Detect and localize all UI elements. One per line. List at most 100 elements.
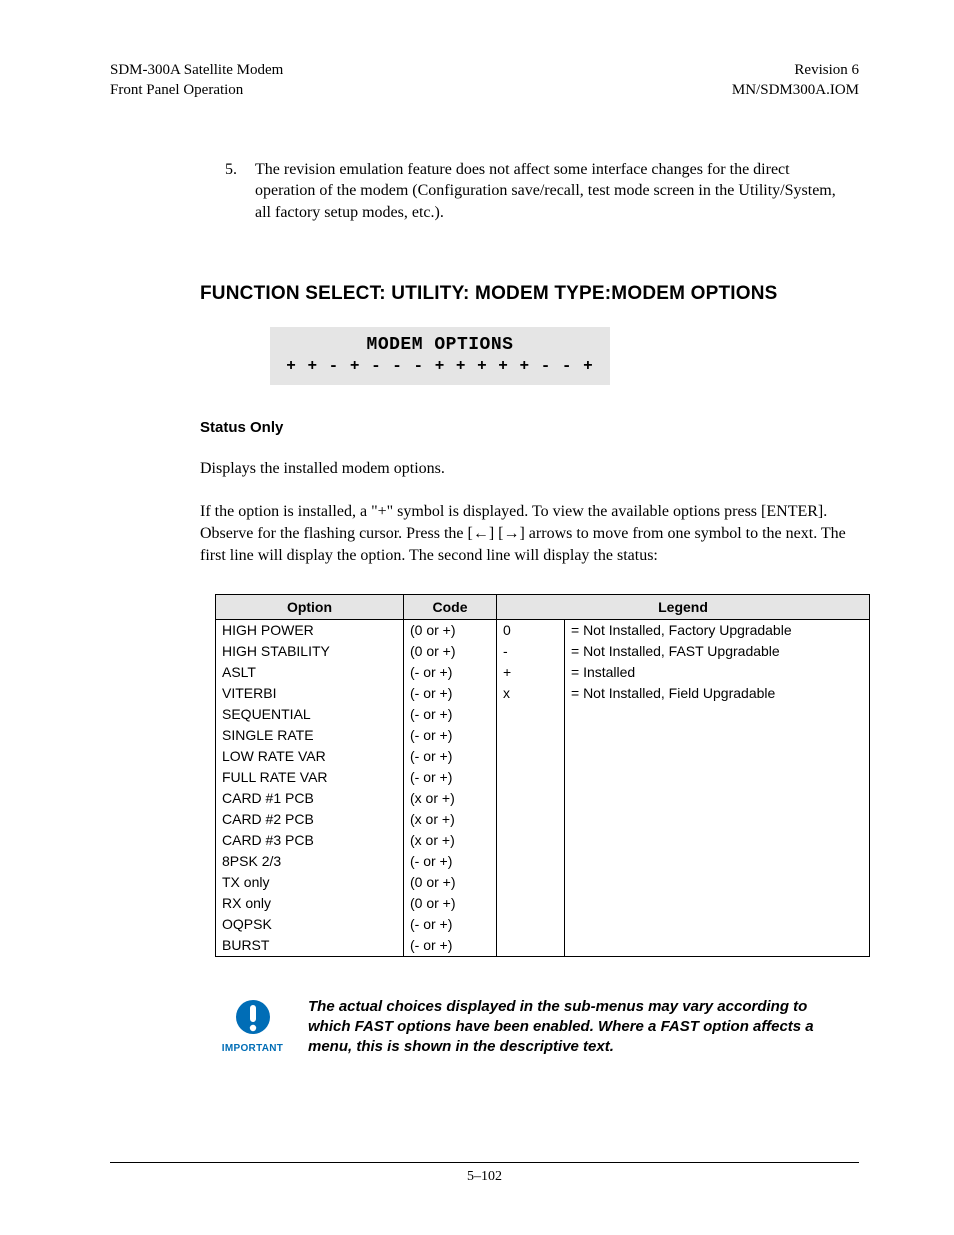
table-row: SEQUENTIAL(- or +) (216, 704, 870, 725)
cell-legend-symbol (497, 704, 565, 725)
header-left: SDM-300A Satellite Modem Front Panel Ope… (110, 60, 283, 101)
cell-option: LOW RATE VAR (216, 746, 404, 767)
cell-option: ASLT (216, 662, 404, 683)
cell-legend-symbol: x (497, 683, 565, 704)
cell-legend-text (565, 767, 870, 788)
cell-legend-symbol (497, 767, 565, 788)
cell-legend-symbol (497, 746, 565, 767)
document-page: SDM-300A Satellite Modem Front Panel Ope… (0, 0, 954, 1235)
table-row: TX only(0 or +) (216, 872, 870, 893)
cell-legend-symbol (497, 851, 565, 872)
cell-code: (- or +) (404, 746, 497, 767)
cell-legend-text (565, 788, 870, 809)
cell-legend-symbol (497, 725, 565, 746)
cell-legend-text (565, 809, 870, 830)
table-row: ASLT(- or +)+= Installed (216, 662, 870, 683)
lcd-line-1: MODEM OPTIONS (280, 335, 600, 355)
cell-option: SEQUENTIAL (216, 704, 404, 725)
important-label: IMPORTANT (215, 1043, 290, 1054)
section-heading: FUNCTION SELECT: UTILITY: MODEM TYPE:MOD… (200, 283, 859, 305)
lcd-line-2: + + - + - - - + + + + + - - + (280, 357, 600, 375)
cell-option: RX only (216, 893, 404, 914)
cell-code: (- or +) (404, 914, 497, 935)
table-row: FULL RATE VAR(- or +) (216, 767, 870, 788)
page-header: SDM-300A Satellite Modem Front Panel Ope… (110, 60, 859, 101)
cell-legend-text (565, 893, 870, 914)
table-row: CARD #3 PCB(x or +) (216, 830, 870, 851)
cell-code: (- or +) (404, 704, 497, 725)
cell-legend-text (565, 704, 870, 725)
cell-legend-symbol (497, 830, 565, 851)
important-text: The actual choices displayed in the sub-… (308, 997, 829, 1058)
numbered-list-item: 5. The revision emulation feature does n… (225, 159, 849, 224)
cell-option: BURST (216, 935, 404, 957)
cell-legend-text (565, 746, 870, 767)
cell-legend-text: = Installed (565, 662, 870, 683)
important-icon: IMPORTANT (215, 997, 290, 1054)
cell-legend-symbol: - (497, 641, 565, 662)
cell-legend-text (565, 830, 870, 851)
cell-legend-text (565, 872, 870, 893)
table-row: CARD #1 PCB(x or +) (216, 788, 870, 809)
cell-code: (- or +) (404, 725, 497, 746)
cell-option: FULL RATE VAR (216, 767, 404, 788)
status-only-label: Status Only (200, 419, 859, 436)
cell-option: CARD #1 PCB (216, 788, 404, 809)
cell-code: (0 or +) (404, 893, 497, 914)
cell-code: (- or +) (404, 662, 497, 683)
cell-option: HIGH POWER (216, 619, 404, 641)
cell-legend-text (565, 851, 870, 872)
cell-legend-symbol: + (497, 662, 565, 683)
cell-legend-symbol (497, 872, 565, 893)
table-row: VITERBI(- or +)x= Not Installed, Field U… (216, 683, 870, 704)
cell-legend-symbol (497, 809, 565, 830)
table-row: LOW RATE VAR(- or +) (216, 746, 870, 767)
important-note: IMPORTANT The actual choices displayed i… (215, 997, 829, 1058)
header-product: SDM-300A Satellite Modem (110, 60, 283, 80)
header-right: Revision 6 MN/SDM300A.IOM (732, 60, 859, 101)
cell-legend-symbol: 0 (497, 619, 565, 641)
cell-option: VITERBI (216, 683, 404, 704)
cell-legend-text (565, 725, 870, 746)
header-docnum: MN/SDM300A.IOM (732, 80, 859, 100)
cell-code: (x or +) (404, 830, 497, 851)
paragraph-1: Displays the installed modem options. (200, 458, 849, 480)
cell-legend-text: = Not Installed, Field Upgradable (565, 683, 870, 704)
cell-code: (- or +) (404, 767, 497, 788)
table-row: OQPSK(- or +) (216, 914, 870, 935)
table-row: 8PSK 2/3(- or +) (216, 851, 870, 872)
cell-code: (x or +) (404, 809, 497, 830)
cell-code: (- or +) (404, 935, 497, 957)
cell-code: (0 or +) (404, 619, 497, 641)
header-section: Front Panel Operation (110, 80, 283, 100)
table-row: HIGH POWER(0 or +)0= Not Installed, Fact… (216, 619, 870, 641)
list-item-text: The revision emulation feature does not … (255, 159, 849, 224)
cell-code: (0 or +) (404, 641, 497, 662)
table-row: CARD #2 PCB(x or +) (216, 809, 870, 830)
paragraph-2: If the option is installed, a "+" symbol… (200, 501, 849, 568)
cell-option: CARD #3 PCB (216, 830, 404, 851)
list-item-number: 5. (225, 159, 255, 224)
cell-legend-symbol (497, 893, 565, 914)
cell-option: HIGH STABILITY (216, 641, 404, 662)
table-row: SINGLE RATE(- or +) (216, 725, 870, 746)
cell-option: SINGLE RATE (216, 725, 404, 746)
cell-legend-symbol (497, 914, 565, 935)
cell-code: (x or +) (404, 788, 497, 809)
cell-option: OQPSK (216, 914, 404, 935)
cell-code: (- or +) (404, 851, 497, 872)
cell-code: (0 or +) (404, 872, 497, 893)
cell-option: 8PSK 2/3 (216, 851, 404, 872)
table-row: HIGH STABILITY(0 or +)-= Not Installed, … (216, 641, 870, 662)
page-footer: 5–102 (110, 1162, 859, 1185)
cell-legend-text: = Not Installed, Factory Upgradable (565, 619, 870, 641)
cell-legend-symbol (497, 788, 565, 809)
header-revision: Revision 6 (732, 60, 859, 80)
cell-option: TX only (216, 872, 404, 893)
cell-legend-text (565, 935, 870, 957)
th-legend: Legend (497, 594, 870, 619)
table-header-row: Option Code Legend (216, 594, 870, 619)
th-code: Code (404, 594, 497, 619)
cell-legend-symbol (497, 935, 565, 957)
options-table: Option Code Legend HIGH POWER(0 or +)0= … (215, 594, 870, 957)
